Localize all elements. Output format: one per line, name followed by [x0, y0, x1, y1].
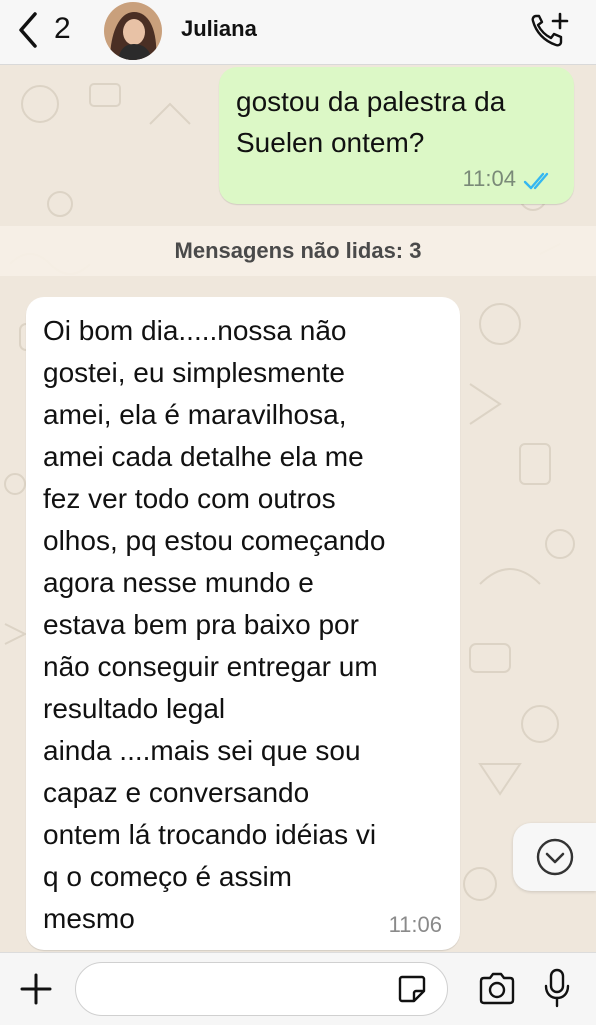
double-check-icon [523, 172, 549, 190]
message-input[interactable] [75, 962, 448, 1016]
composer-bar [0, 952, 596, 1025]
unread-messages-label: Mensagens não lidas: 3 [174, 238, 422, 263]
sticker-icon [398, 975, 426, 1003]
contact-avatar[interactable] [104, 2, 162, 60]
camera-button[interactable] [477, 971, 517, 1007]
add-call-button[interactable] [528, 10, 572, 50]
unread-chats-count[interactable]: 2 [54, 12, 71, 46]
message-text: Oi bom dia.....nossa não gostei, eu simp… [43, 315, 386, 934]
phone-add-icon [531, 12, 569, 47]
unread-messages-divider: Mensagens não lidas: 3 [0, 226, 596, 276]
scroll-to-bottom-button[interactable] [513, 823, 596, 891]
attach-button[interactable] [18, 971, 54, 1007]
incoming-message[interactable]: Oi bom dia.....nossa não gostei, eu simp… [26, 297, 460, 950]
chevron-down-circle-icon [536, 838, 573, 876]
message-time: 11:06 [388, 912, 442, 937]
outgoing-message[interactable]: gostou da palestra da Suelen ontem? 11:0… [219, 67, 574, 204]
back-button[interactable] [8, 10, 48, 50]
message-text: gostou da palestra da Suelen ontem? [236, 86, 506, 158]
sticker-button[interactable] [396, 973, 428, 1005]
voice-message-button[interactable] [542, 967, 572, 1009]
plus-icon [20, 973, 52, 1005]
camera-icon [479, 972, 515, 1005]
chat-header: 2 Juliana [0, 0, 596, 65]
microphone-icon [544, 968, 570, 1008]
chevron-left-icon [19, 12, 37, 48]
contact-name[interactable]: Juliana [181, 16, 257, 42]
message-time: 11:04 [462, 166, 516, 191]
